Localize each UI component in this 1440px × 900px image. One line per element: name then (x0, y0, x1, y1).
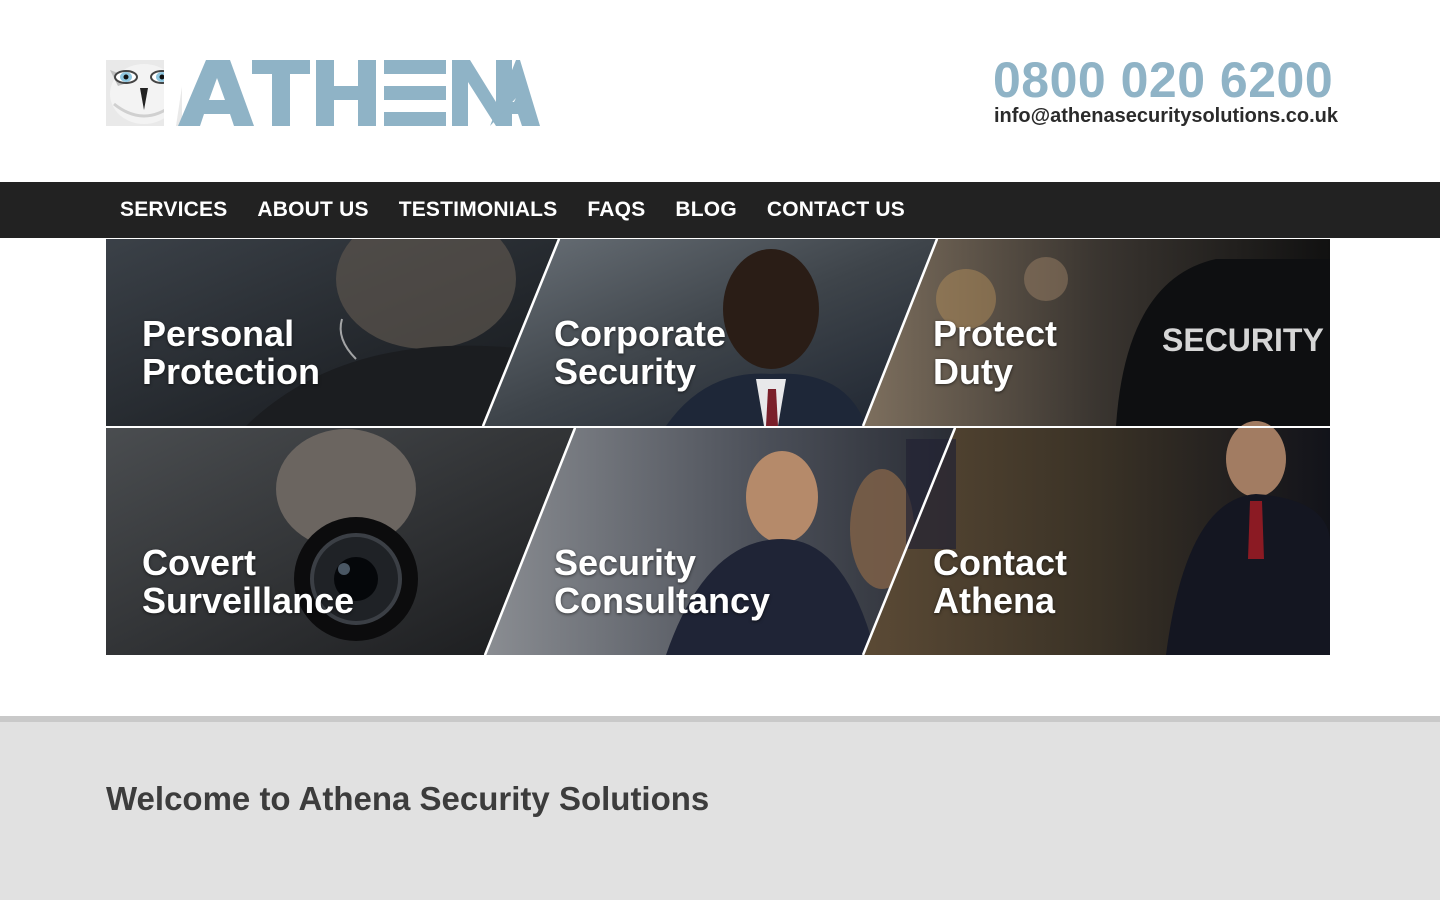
nav-item-faqs[interactable]: FAQS (572, 198, 660, 222)
athena-logo[interactable] (106, 58, 540, 128)
tile-title-line1: Security (554, 542, 697, 583)
nav-item-blog[interactable]: BLOG (660, 198, 751, 222)
nav-item-contact-us[interactable]: CONTACT US (752, 198, 920, 222)
welcome-section: Welcome to Athena Security Solutions (0, 722, 1440, 900)
service-tiles: SECURITY Personal Protection Corporate S… (106, 239, 1330, 655)
tile-covert-surveillance[interactable]: Covert Surveillance (142, 544, 354, 620)
nav-item-testimonials[interactable]: TESTIMONIALS (384, 198, 573, 222)
nav-item-about-us[interactable]: ABOUT US (242, 198, 383, 222)
security-shirt-text: SECURITY (1162, 322, 1324, 358)
header-contact: 0800 020 6200 info@athenasecuritysolutio… (990, 52, 1340, 128)
site-header: 0800 020 6200 info@athenasecuritysolutio… (0, 0, 1440, 182)
tile-title-line1: Covert (142, 542, 257, 583)
owl-logo-icon (106, 60, 540, 126)
phone-number[interactable]: 0800 020 6200 (990, 52, 1340, 108)
tile-title-line2: Duty (933, 351, 1013, 392)
tile-title-line2: Consultancy (554, 580, 771, 621)
email-link[interactable]: info@athenasecuritysolutions.co.uk (990, 104, 1340, 128)
tile-title-line1: Protect (933, 313, 1058, 354)
tile-title-line2: Athena (933, 580, 1056, 621)
tile-personal-protection[interactable]: Personal Protection (142, 315, 320, 391)
tile-security-consultancy[interactable]: Security Consultancy (554, 544, 770, 620)
tile-title-line1: Contact (933, 542, 1067, 583)
tile-title-line2: Surveillance (142, 580, 355, 621)
tile-title-line2: Protection (142, 351, 321, 392)
tile-title-line2: Security (554, 351, 697, 392)
nav-item-services[interactable]: SERVICES (105, 198, 242, 222)
tile-title-line1: Personal (142, 313, 295, 354)
tile-corporate-security[interactable]: Corporate Security (554, 315, 726, 391)
tile-protect-duty[interactable]: Protect Duty (933, 315, 1057, 391)
welcome-heading: Welcome to Athena Security Solutions (106, 780, 710, 817)
tile-contact-athena[interactable]: Contact Athena (933, 544, 1067, 620)
tile-title-line1: Corporate (554, 313, 727, 354)
main-nav: SERVICES ABOUT US TESTIMONIALS FAQS BLOG… (0, 182, 1440, 238)
